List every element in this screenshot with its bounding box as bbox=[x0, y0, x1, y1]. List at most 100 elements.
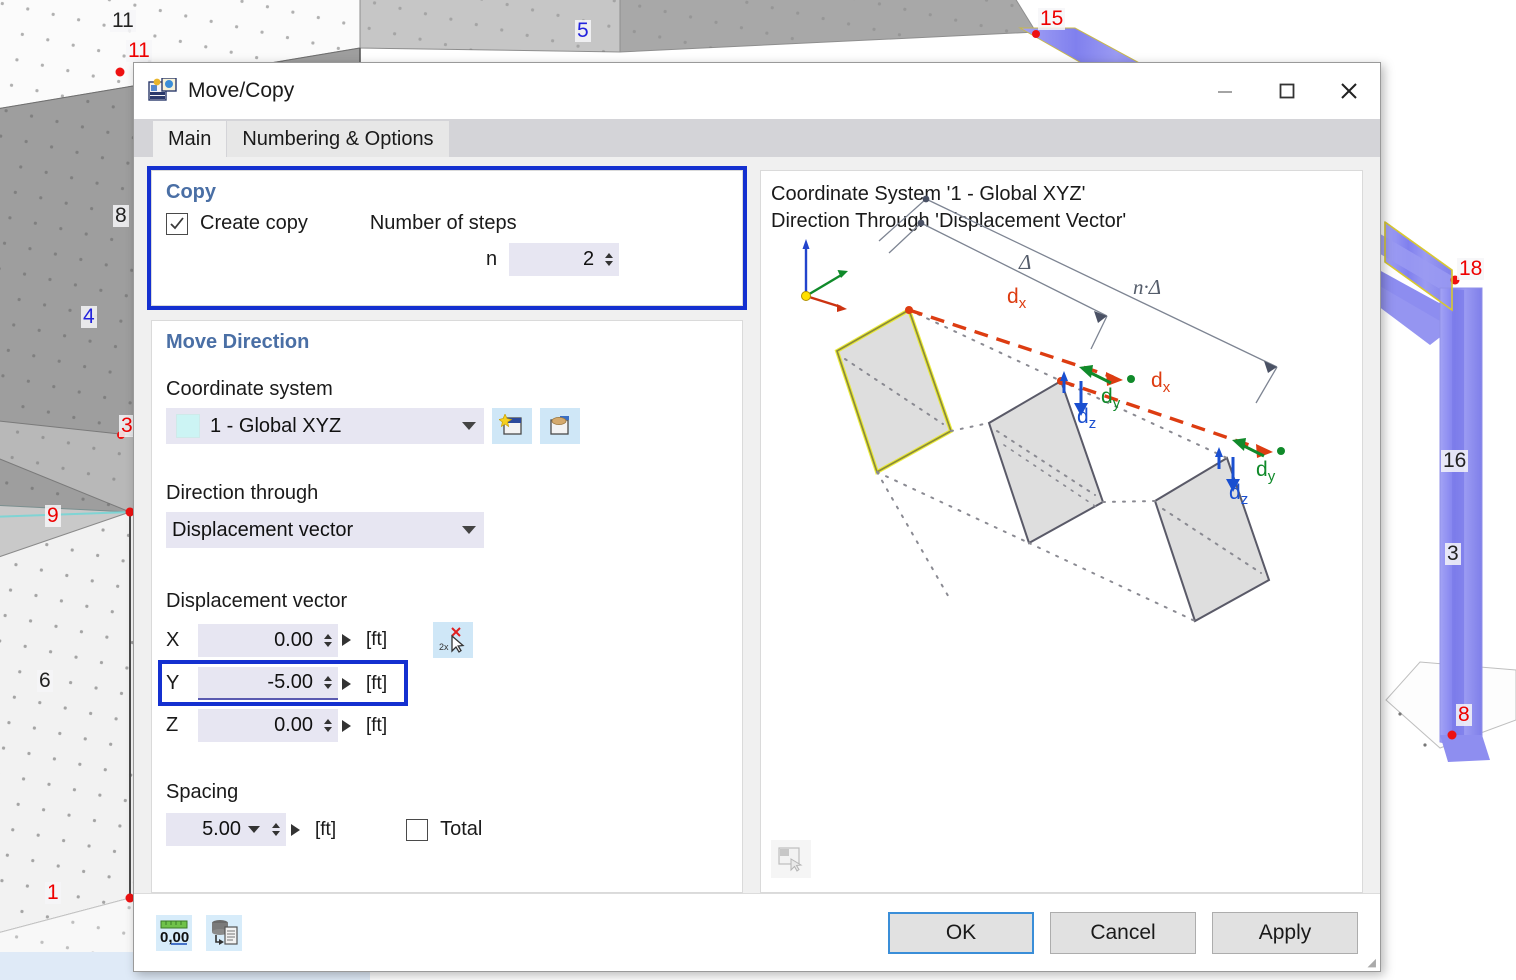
steps-variable-label: n bbox=[486, 248, 498, 270]
dx-vector-2: dx bbox=[1057, 369, 1285, 458]
node-label: 18 bbox=[1457, 257, 1485, 281]
move-direction-group: Move Direction Coordinate system 1 - Glo… bbox=[151, 320, 743, 893]
settings-column: Copy Create copy Number of steps n 2 Mov… bbox=[147, 166, 747, 893]
displacement-y-row: Y -5.00 [ft] bbox=[158, 660, 728, 706]
cancel-button[interactable]: Cancel bbox=[1050, 911, 1196, 954]
chevron-down-icon bbox=[462, 422, 476, 430]
number-of-steps-input[interactable]: 2 bbox=[509, 243, 620, 276]
dy-vector-2: dy bbox=[1232, 438, 1276, 485]
preview-panel[interactable]: Coordinate System '1 - Global XYZ' Direc… bbox=[760, 170, 1363, 893]
move-direction-group-title: Move Direction bbox=[166, 331, 310, 353]
displacement-z-spinner[interactable] bbox=[320, 719, 335, 732]
maximize-button[interactable] bbox=[1256, 63, 1318, 119]
spacing-expand-icon[interactable] bbox=[291, 823, 300, 836]
create-copy-checkbox[interactable] bbox=[166, 212, 188, 235]
displacement-x-spinner[interactable] bbox=[320, 633, 335, 647]
dialog-title: Move/Copy bbox=[188, 79, 295, 102]
displacement-x-expand-icon[interactable] bbox=[342, 634, 351, 646]
displacement-y-value: -5.00 bbox=[267, 671, 313, 693]
node-label: 11 bbox=[126, 39, 152, 63]
node-label: 5 bbox=[575, 19, 591, 43]
node-label: 4 bbox=[81, 305, 97, 329]
ok-button[interactable]: OK bbox=[888, 911, 1034, 954]
displacement-y-expand-icon[interactable] bbox=[342, 677, 351, 690]
new-coordinate-system-button[interactable] bbox=[492, 408, 532, 444]
node-label: 16 bbox=[1441, 449, 1469, 473]
displacement-z-input[interactable]: 0.00 bbox=[198, 709, 338, 742]
displacement-y-axis-label: Y bbox=[166, 672, 180, 694]
coordinate-system-value: 1 - Global XYZ bbox=[210, 414, 342, 437]
displacement-z-value: 0.00 bbox=[274, 714, 313, 736]
svg-text:dx: dx bbox=[1151, 369, 1171, 396]
displacement-x-input[interactable]: 0.00 bbox=[198, 623, 338, 657]
coordinate-system-label: Coordinate system bbox=[166, 378, 333, 400]
create-copy-label: Create copy bbox=[200, 212, 308, 234]
preview-settings-button[interactable] bbox=[771, 840, 811, 878]
move-copy-icon bbox=[148, 77, 178, 104]
copy-rectangle-2 bbox=[1153, 456, 1271, 623]
copy-group: Copy Create copy Number of steps n 2 bbox=[147, 166, 747, 310]
node-label: 3 bbox=[1445, 542, 1461, 566]
displacement-y-unit: [ft] bbox=[366, 672, 388, 694]
dimension-lines bbox=[878, 198, 1278, 404]
displacement-x-axis-label: X bbox=[166, 628, 180, 651]
displacement-vector-label: Displacement vector bbox=[166, 590, 348, 612]
move-copy-dialog: Move/Copy Main Numbering & Options Copy … bbox=[133, 62, 1381, 972]
number-of-steps-value: 2 bbox=[583, 248, 595, 270]
minimize-button[interactable] bbox=[1194, 63, 1256, 119]
chevron-down-icon[interactable] bbox=[248, 826, 260, 833]
coordinate-system-select[interactable]: 1 - Global XYZ bbox=[166, 408, 484, 444]
node-label: 8 bbox=[113, 204, 129, 228]
svg-text:dx: dx bbox=[1007, 285, 1027, 312]
displacement-z-axis-label: Z bbox=[166, 714, 179, 736]
displacement-x-value: 0.00 bbox=[274, 628, 313, 651]
displacement-z-expand-icon[interactable] bbox=[342, 719, 351, 732]
displacement-y-spinner[interactable] bbox=[320, 676, 335, 689]
displacement-z-unit: [ft] bbox=[366, 714, 388, 736]
node-label: 6 bbox=[37, 669, 53, 693]
svg-text:dy: dy bbox=[1101, 385, 1121, 412]
edit-coordinate-system-button[interactable] bbox=[540, 408, 580, 444]
decimal-places-button[interactable]: 0,00 bbox=[156, 914, 192, 951]
direction-through-value: Displacement vector bbox=[172, 518, 354, 541]
resize-grip[interactable]: ◢ bbox=[1368, 956, 1376, 969]
source-rectangle bbox=[834, 307, 954, 475]
n-delta-label: n·Δ bbox=[1133, 275, 1161, 299]
node-label: 11 bbox=[110, 9, 136, 33]
node-label: 15 bbox=[1038, 7, 1066, 31]
tab-strip: Main Numbering & Options bbox=[134, 119, 1380, 157]
preview-diagram: Δ n·Δ dx dx dy dy dz dz bbox=[801, 195, 1285, 623]
number-of-steps-spinner[interactable] bbox=[601, 253, 616, 266]
tab-main[interactable]: Main bbox=[153, 121, 227, 157]
displacement-x-unit: [ft] bbox=[366, 629, 388, 650]
spacing-value: 5.00 bbox=[202, 818, 241, 840]
svg-text:dz: dz bbox=[1077, 405, 1096, 432]
total-checkbox[interactable] bbox=[406, 818, 429, 841]
close-button[interactable] bbox=[1318, 63, 1380, 119]
import-from-database-button[interactable] bbox=[206, 914, 242, 951]
dialog-body: Copy Create copy Number of steps n 2 Mov… bbox=[134, 157, 1380, 893]
apply-button[interactable]: Apply bbox=[1212, 911, 1358, 954]
spacing-spinner[interactable] bbox=[268, 823, 283, 836]
tab-numbering-options[interactable]: Numbering & Options bbox=[227, 121, 449, 157]
preview-column: Coordinate System '1 - Global XYZ' Direc… bbox=[760, 170, 1363, 893]
node-label: 1 bbox=[45, 881, 61, 905]
number-of-steps-label: Number of steps bbox=[369, 212, 517, 234]
chevron-down-icon bbox=[462, 526, 476, 534]
dialog-footer: 0,00 OK Cancel Apply bbox=[134, 893, 1380, 971]
pick-two-points-button[interactable]: 2x bbox=[433, 622, 474, 658]
svg-text:dy: dy bbox=[1256, 458, 1276, 485]
direction-through-select[interactable]: Displacement vector bbox=[166, 512, 484, 548]
coordinate-system-color-swatch bbox=[176, 414, 200, 438]
direction-through-label: Direction through bbox=[166, 482, 319, 504]
displacement-y-input[interactable]: -5.00 bbox=[198, 667, 338, 700]
svg-text:dz: dz bbox=[1229, 481, 1248, 508]
node-label: 8 bbox=[1456, 703, 1472, 727]
spacing-unit: [ft] bbox=[315, 818, 337, 840]
dx-vector-1: dx bbox=[905, 285, 1135, 386]
node-label: 9 bbox=[45, 504, 61, 528]
copy-group-title: Copy bbox=[166, 181, 216, 203]
spacing-input[interactable]: 5.00 bbox=[166, 813, 286, 846]
dialog-title-bar[interactable]: Move/Copy bbox=[134, 63, 1380, 119]
svg-text:2x: 2x bbox=[439, 642, 449, 652]
